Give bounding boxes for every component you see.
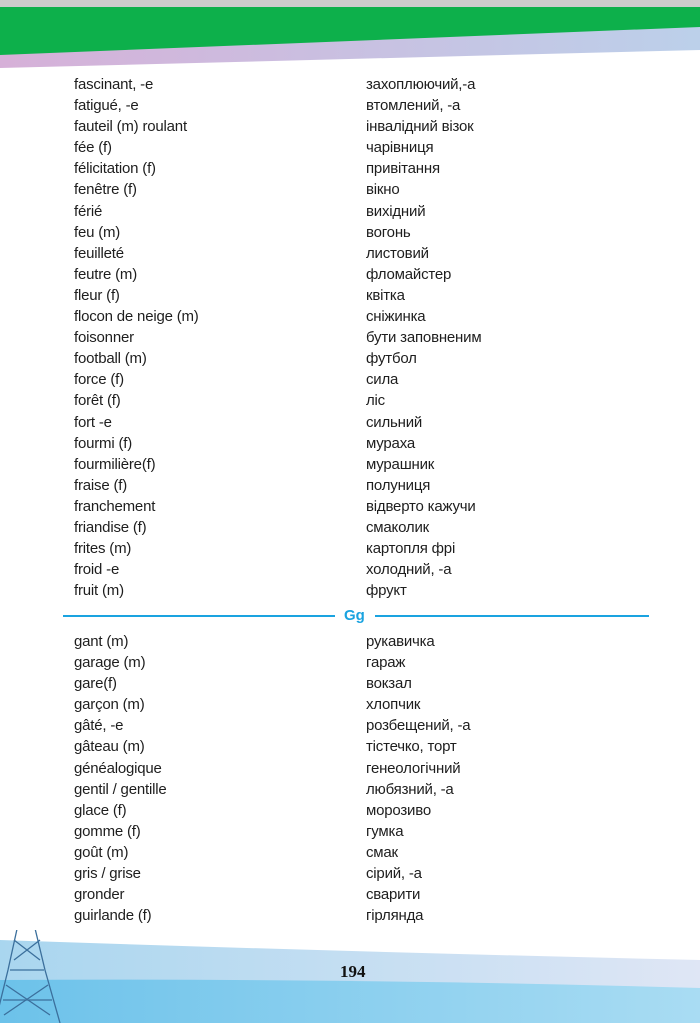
french-term: gâteau (m): [74, 738, 145, 756]
ukrainian-translation: хлопчик: [366, 696, 421, 714]
ukrainian-translation: футбол: [366, 350, 417, 368]
section-letter: Gg: [344, 607, 365, 624]
ukrainian-translation: сірий, -а: [366, 865, 422, 883]
ukrainian-translation: гараж: [366, 654, 406, 672]
ukrainian-translation: сварити: [366, 886, 421, 904]
ukrainian-translation: гумка: [366, 822, 404, 840]
ukrainian-translation: вихідний: [366, 202, 426, 220]
ukrainian-translation: фрукт: [366, 582, 407, 600]
french-term: gare(f): [74, 675, 117, 693]
french-term: fascinant, -e: [74, 76, 154, 93]
ukrainian-translation: ліс: [366, 392, 385, 410]
section-f-ukrainian-column: захоплюючий,-а втомлений, -а інвалідний ві…: [366, 74, 482, 601]
ukrainian-translation: вогонь: [366, 223, 411, 241]
french-term: félicitation (f): [74, 160, 156, 178]
ukrainian-translation: фломайстер: [366, 265, 452, 283]
ukrainian-translation: привітання: [366, 160, 440, 178]
ukrainian-translation: відверто кажучи: [366, 497, 476, 515]
ukrainian-translation: сила: [366, 371, 399, 389]
french-term: fauteil (m) roulant: [74, 118, 187, 136]
french-term: feu (m): [74, 223, 121, 241]
ukrainian-translation: холодний, -а: [366, 561, 452, 579]
ukrainian-translation: смаколик: [366, 518, 429, 536]
french-term: fée (f): [74, 139, 112, 157]
ukrainian-translation: мурашник: [366, 455, 435, 473]
french-term: garage (m): [74, 654, 146, 672]
french-term: fort -e: [74, 413, 112, 431]
french-term: force (f): [74, 371, 124, 389]
ukrainian-translation: тістечко, торт: [366, 738, 457, 756]
french-term: gomme (f): [74, 822, 141, 840]
ukrainian-translation: рукавичка: [366, 633, 435, 650]
french-term: fraise (f): [74, 476, 128, 494]
french-term: garçon (m): [74, 696, 145, 714]
section-f-french-column: fascinant, -e fatigué, -e fauteil (m) roul…: [74, 74, 199, 601]
ukrainian-translation: сніжинка: [366, 308, 426, 326]
french-term: fourmi (f): [74, 434, 133, 452]
ukrainian-translation: смак: [366, 843, 398, 861]
section-g-divider: Gg: [63, 605, 649, 627]
french-term: fleur (f): [74, 286, 120, 304]
french-term: fourmilière(f): [74, 455, 156, 473]
french-term: fenêtre (f): [74, 181, 137, 199]
divider-line-right: [375, 615, 649, 617]
french-term: foisonner: [74, 329, 134, 347]
ukrainian-translation: вокзал: [366, 675, 412, 693]
ukrainian-translation: картопля фрі: [366, 540, 456, 558]
page-number: 194: [340, 962, 366, 981]
french-term: feuilleté: [74, 244, 124, 262]
french-term: fruit (m): [74, 582, 124, 600]
top-banner: [0, 0, 700, 68]
french-term: feutre (m): [74, 265, 138, 283]
ukrainian-translation: морозиво: [366, 801, 431, 819]
french-term: goût (m): [74, 843, 129, 861]
ukrainian-translation: розбещений, -а: [366, 717, 471, 735]
ukrainian-translation: мураха: [366, 434, 415, 452]
ukrainian-translation: листовий: [366, 244, 429, 262]
ukrainian-translation: захоплюючий,-а: [366, 76, 476, 93]
french-term: guirlande (f): [74, 907, 152, 925]
divider-line-left: [63, 615, 335, 617]
french-term: froid -e: [74, 561, 120, 579]
french-term: forêt (f): [74, 392, 121, 410]
french-term: gentil / gentille: [74, 780, 167, 798]
ukrainian-translation: гірлянда: [366, 907, 424, 925]
ukrainian-translation: бути заповненим: [366, 329, 482, 347]
french-term: généalogique: [74, 759, 162, 777]
french-term: flocon de neige (m): [74, 308, 199, 326]
french-term: glace (f): [74, 801, 127, 819]
french-term: gronder: [74, 886, 125, 904]
ukrainian-translation: чарівниця: [366, 139, 434, 157]
ukrainian-translation: квітка: [366, 286, 405, 304]
french-term: gâté, -e: [74, 717, 124, 735]
french-term: gris / grise: [74, 865, 141, 883]
ukrainian-translation: генеологічний: [366, 759, 461, 777]
section-g-french-column: gant (m) garage (m) gare(f) garçon (m) gâté,…: [74, 631, 167, 926]
french-term: férié: [74, 202, 103, 220]
ukrainian-translation: інвалідний візок: [366, 118, 474, 136]
ukrainian-translation: сильний: [366, 413, 423, 431]
ukrainian-translation: вікно: [366, 181, 400, 199]
french-term: gant (m): [74, 633, 129, 650]
french-term: fatigué, -e: [74, 97, 139, 115]
section-g-ukrainian-column: рукавичка гараж вокзал хлопчик розбещений, -…: [366, 631, 471, 926]
french-term: franchement: [74, 497, 156, 515]
french-term: friandise (f): [74, 518, 147, 536]
french-term: frites (m): [74, 540, 132, 558]
ukrainian-translation: втомлений, -а: [366, 97, 461, 115]
french-term: football (m): [74, 350, 147, 368]
ukrainian-translation: полуниця: [366, 476, 431, 494]
ukrainian-translation: любязний, -а: [366, 780, 454, 798]
